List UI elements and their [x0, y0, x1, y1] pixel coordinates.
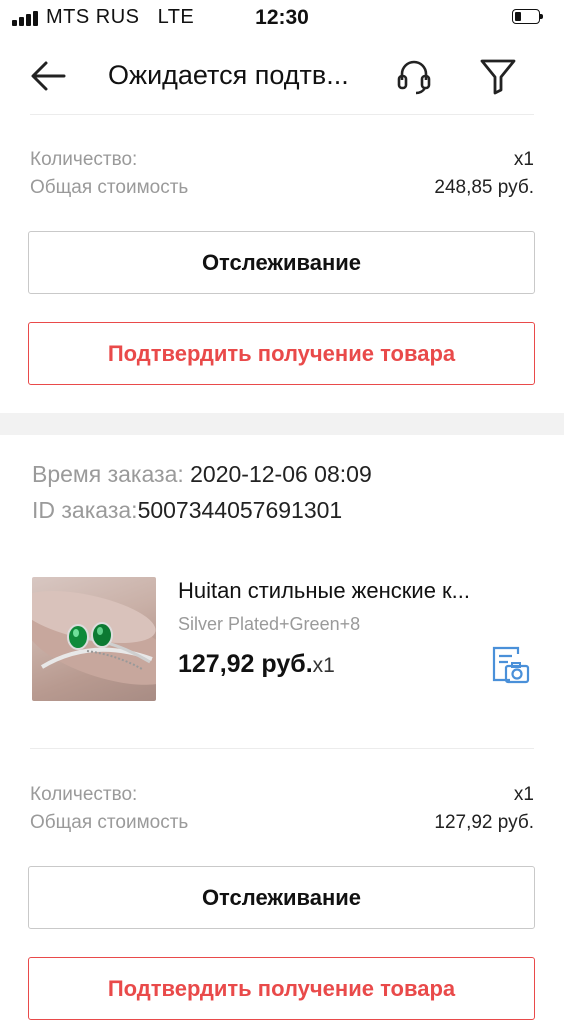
status-bar: MTS RUS LTE 12:30 [0, 0, 564, 36]
quantity-value: x1 [513, 784, 534, 805]
order-time: Время заказа: 2020-12-06 08:09 [32, 461, 372, 488]
product-divider [30, 748, 534, 749]
support-headset-icon[interactable] [390, 54, 438, 98]
status-time: 12:30 [255, 6, 309, 29]
total-label: Общая стоимость [30, 177, 189, 198]
tracking-button[interactable]: Отслеживание [28, 231, 535, 294]
order-time-label: Время заказа: [32, 461, 184, 487]
confirm-receipt-button[interactable]: Подтвердить получение товара [28, 322, 535, 385]
header-divider [30, 114, 534, 115]
order-id: ID заказа:5007344057691301 [32, 497, 342, 524]
confirm-receipt-button[interactable]: Подтвердить получение товара [28, 957, 535, 1020]
product-title[interactable]: Huitan стильные женские к... [178, 578, 470, 604]
product-price-value: 127,92 руб. [178, 650, 313, 678]
top-app-bar: Ожидается подтв... [0, 36, 564, 114]
quantity-label: Количество: [30, 784, 138, 805]
photo-review-icon[interactable] [488, 642, 532, 686]
total-label: Общая стоимость [30, 812, 189, 833]
product-qty: x1 [312, 654, 335, 677]
product-price: 127,92 руб.x1 [178, 650, 335, 679]
total-value: 248,85 руб. [434, 177, 534, 198]
filter-icon[interactable] [474, 52, 522, 100]
order-time-value: 2020-12-06 08:09 [190, 461, 372, 487]
total-value: 127,92 руб. [434, 812, 534, 833]
quantity-label: Количество: [30, 149, 138, 170]
quantity-value: x1 [513, 149, 534, 170]
order-id-value: 5007344057691301 [137, 497, 343, 523]
product-variant: Silver Plated+Green+8 [178, 614, 361, 634]
order-id-label: ID заказа: [32, 497, 138, 523]
back-arrow-icon[interactable] [26, 54, 70, 98]
tracking-button[interactable]: Отслеживание [28, 866, 535, 929]
section-separator [0, 413, 564, 435]
page-title: Ожидается подтв... [108, 60, 349, 90]
battery-icon [512, 9, 543, 24]
product-thumbnail[interactable] [32, 577, 156, 701]
